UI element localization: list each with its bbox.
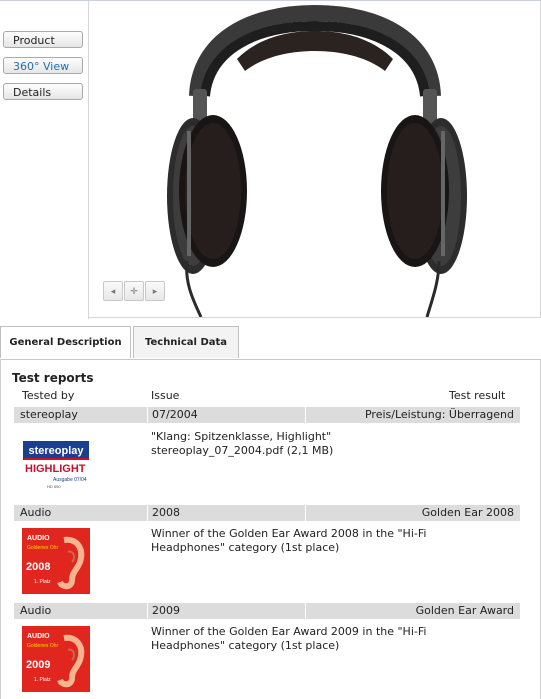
column-header-tested-by: Tested by [22, 389, 75, 402]
viewer-controls: ◂ ✛ ▸ [103, 281, 166, 301]
svg-text:1. Platz: 1. Platz [34, 579, 51, 585]
zoom-button[interactable]: ✛ [124, 281, 144, 301]
table-row: stereoplay 07/2004 Preis/Leistung: Überr… [14, 407, 520, 423]
product-button[interactable]: Product [3, 31, 83, 48]
rotate-left-button[interactable]: ◂ [103, 281, 123, 301]
section-title: Test reports [12, 371, 94, 385]
tested-by-cell: Audio [14, 603, 147, 619]
tested-by-cell: stereoplay [14, 407, 147, 423]
golden-ear-2009-award-icon: AUDIO Goldenes Ohr 2009 1. Platz [22, 626, 90, 692]
issue-cell: 2008 [148, 505, 305, 521]
svg-text:AUDIO: AUDIO [27, 633, 50, 640]
table-row: Audio 2008 Golden Ear 2008 [14, 505, 520, 521]
report-quote: "Klang: Spitzenklasse, Highlight" [151, 430, 332, 443]
report-description: Winner of the Golden Ear Award 2008 in t… [151, 527, 451, 555]
issue-cell: 2009 [148, 603, 305, 619]
column-header-result: Test result [449, 389, 506, 402]
issue-cell: 07/2004 [148, 407, 305, 423]
media-nav: Product 360° View Details [0, 0, 89, 319]
product-image-viewer[interactable]: ◂ ✛ ▸ [89, 0, 541, 318]
report-text-line: Winner of the Golden Ear Award 2009 in t… [151, 625, 427, 638]
result-cell: Golden Ear 2008 [306, 505, 520, 521]
report-description: Winner of the Golden Ear Award 2009 in t… [151, 625, 451, 653]
svg-text:HD 650: HD 650 [47, 484, 61, 489]
svg-text:AUDIO: AUDIO [27, 535, 50, 542]
report-text-line: Winner of the Golden Ear Award 2008 in t… [151, 527, 427, 540]
product-media-area: Product 360° View Details ◂ ✛ ▸ [0, 0, 541, 319]
tab-technical-data[interactable]: Technical Data [133, 326, 239, 358]
result-cell: Golden Ear Award [306, 603, 520, 619]
svg-text:1. Platz: 1. Platz [34, 677, 51, 683]
tab-bar: General Description Technical Data [0, 326, 541, 360]
result-cell: Preis/Leistung: Überragend [306, 407, 520, 423]
svg-text:HIGHLIGHT: HIGHLIGHT [25, 463, 86, 475]
svg-text:Goldenes Ohr: Goldenes Ohr [27, 545, 58, 551]
view-360-button[interactable]: 360° View [3, 57, 83, 74]
svg-text:Goldenes Ohr: Goldenes Ohr [27, 643, 58, 649]
svg-text:stereoplay: stereoplay [28, 445, 84, 457]
test-reports-panel: Test reports Tested by Issue Test result… [0, 360, 541, 699]
report-description: "Klang: Spitzenklasse, Highlight" stereo… [151, 430, 451, 458]
tested-by-cell: Audio [14, 505, 147, 521]
headphones-image [167, 4, 467, 317]
report-pdf-link[interactable]: stereoplay_07_2004.pdf (2,1 MB) [151, 444, 451, 458]
stereoplay-logo: stereoplay HIGHLIGHT Ausgabe 07/04 HD 65… [23, 441, 89, 489]
golden-ear-2008-award-icon: AUDIO Goldenes Ohr 2008 1. Platz [22, 528, 90, 594]
column-header-issue: Issue [151, 389, 180, 402]
svg-text:Ausgabe 07/04: Ausgabe 07/04 [53, 477, 87, 483]
svg-text:2009: 2009 [26, 659, 50, 671]
report-text-line: Headphones" category (1st place) [151, 541, 340, 554]
svg-text:2008: 2008 [26, 561, 50, 573]
details-button[interactable]: Details [3, 83, 83, 100]
tab-general-description[interactable]: General Description [0, 326, 131, 358]
report-text-line: Headphones" category (1st place) [151, 639, 340, 652]
rotate-right-button[interactable]: ▸ [145, 281, 165, 301]
table-row: Audio 2009 Golden Ear Award [14, 603, 520, 619]
